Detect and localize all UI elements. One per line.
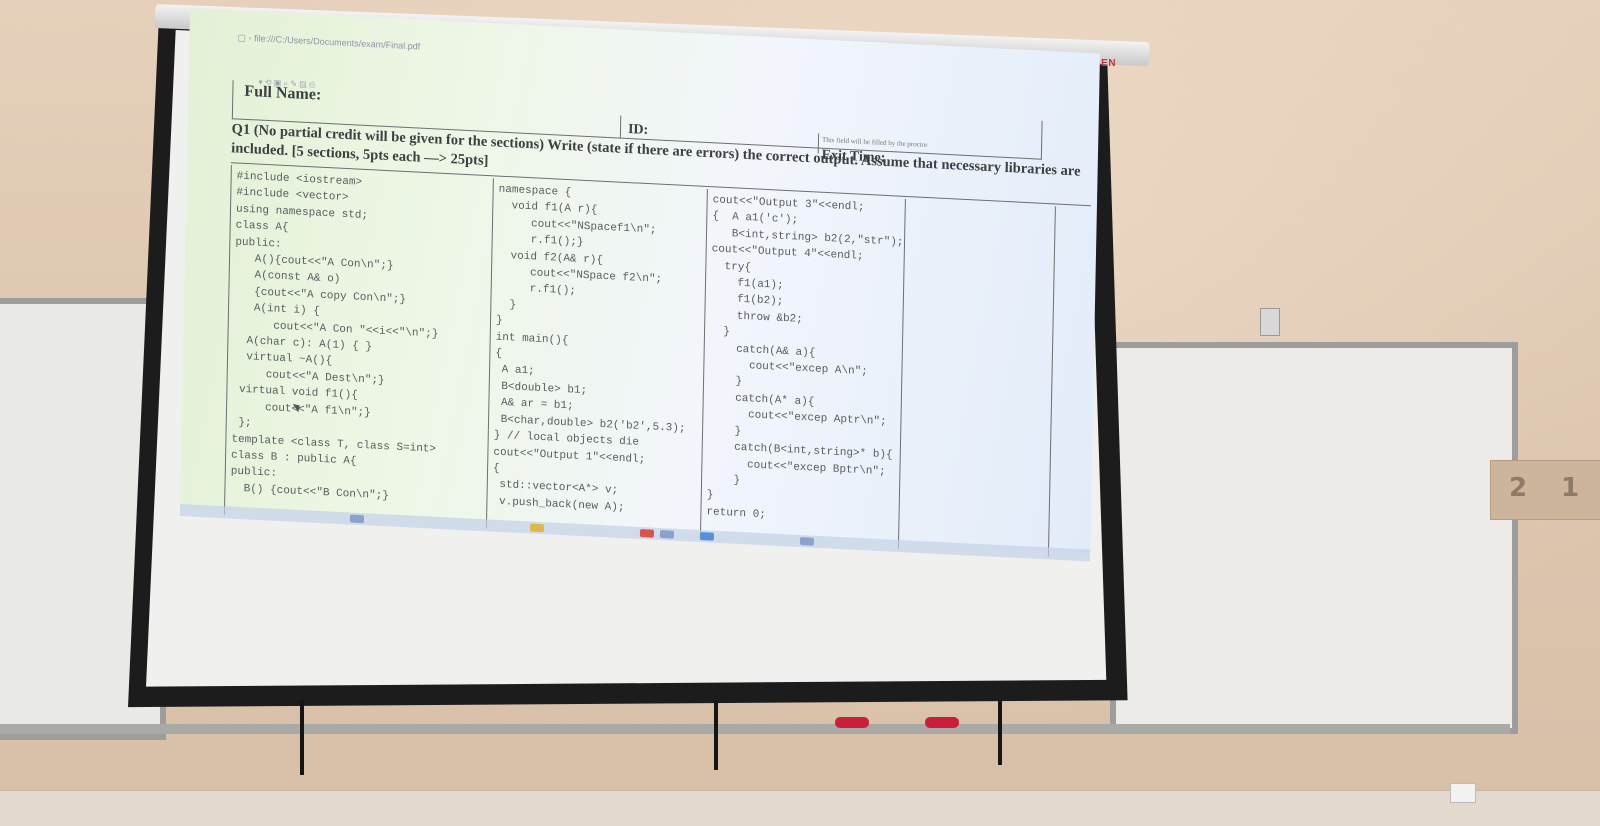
- taskbar-app-icon: [799, 537, 815, 546]
- whiteboard-right: [1110, 342, 1518, 734]
- taskbar-app-icon: [349, 514, 365, 524]
- wall-outlet: [1450, 783, 1476, 803]
- projected-exam-document: ▢ ◦ file:///C:/Users/Documents/exam/Fina…: [179, 8, 1100, 562]
- plate-digit-left: 2: [1509, 473, 1528, 503]
- file-path-bar: ▢ ◦ file:///C:/Users/Documents/exam/Fina…: [237, 32, 421, 52]
- screen-pull-cord: [714, 700, 718, 770]
- red-marker: [835, 717, 869, 728]
- full-name-label: Full Name:: [244, 82, 322, 104]
- whiteboard-tray: [0, 724, 1510, 734]
- taskbar-folder-icon: [529, 523, 545, 533]
- classroom-scene: 2 1 CODEGEN ▢ ◦ file:///C:/Users/Documen…: [0, 0, 1600, 826]
- baseboard: [0, 790, 1600, 826]
- code-column-2: namespace { void f1(A r){ cout<<"NSpacef…: [492, 183, 686, 514]
- taskbar-app-icon: [639, 529, 655, 538]
- screen-pull-cord: [300, 700, 304, 775]
- code-column-1: #include <iostream> #include <vector> us…: [230, 170, 439, 503]
- taskbar-app-icon: [699, 532, 715, 541]
- room-number-plate: 2 1: [1490, 460, 1600, 520]
- plate-digit-right: 1: [1561, 473, 1580, 503]
- red-marker: [925, 717, 959, 728]
- wall-sensor: [1260, 308, 1280, 336]
- taskbar-app-icon: [659, 530, 675, 539]
- code-column-3: cout<<"Output 3"<<endl; { A a1('c'); B<i…: [706, 194, 904, 521]
- screen-pull-cord: [998, 700, 1002, 765]
- code-table-border: [1047, 206, 1056, 557]
- id-label: ID:: [627, 122, 649, 139]
